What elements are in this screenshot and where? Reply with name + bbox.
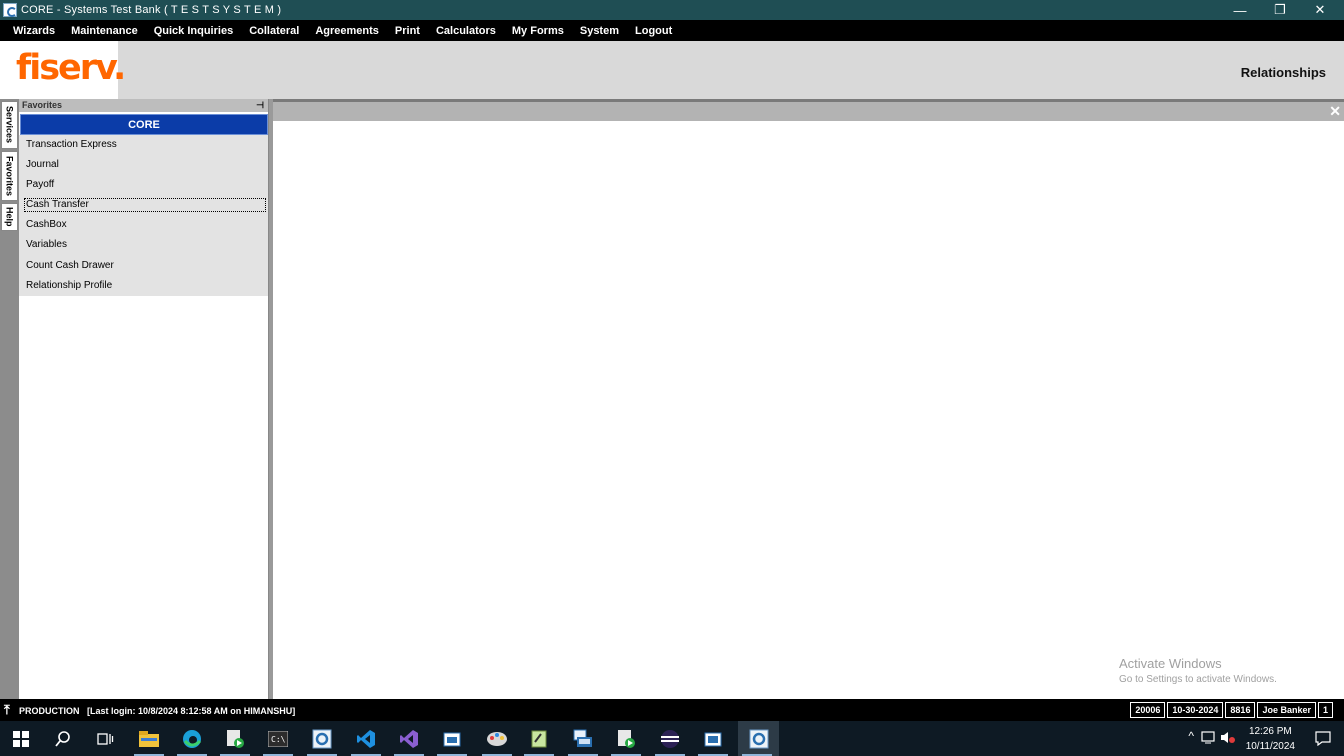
workspace-close-icon[interactable]: ✕ xyxy=(1329,103,1341,120)
favorite-payoff[interactable]: Payoff xyxy=(19,175,268,195)
media-player-icon[interactable] xyxy=(607,721,645,756)
status-cells: 20006 10-30-2024 8816 Joe Banker 1 xyxy=(1130,702,1333,718)
menu-wizards[interactable]: Wizards xyxy=(5,25,63,37)
last-login-text: [Last login: 10/8/2024 8:12:58 AM on HIM… xyxy=(87,706,296,716)
window-app-icon[interactable] xyxy=(694,721,732,756)
page-title: Relationships xyxy=(1240,65,1326,80)
favorites-group-core[interactable]: CORE xyxy=(20,114,268,135)
favorites-header-label: Favorites xyxy=(22,100,63,110)
status-branch: 20006 xyxy=(1130,702,1166,718)
status-date: 10-30-2024 xyxy=(1167,702,1224,718)
menu-agreements[interactable]: Agreements xyxy=(307,25,387,37)
start-icon[interactable] xyxy=(2,721,40,756)
menu-quick-inquiries[interactable]: Quick Inquiries xyxy=(146,25,241,37)
favorites-list: Transaction Express Journal Payoff Cash … xyxy=(19,135,268,296)
tab-favorites[interactable]: Favorites xyxy=(1,151,18,201)
volume-muted-icon[interactable] xyxy=(1220,731,1236,749)
menu-my-forms[interactable]: My Forms xyxy=(504,25,572,37)
favorites-panel: Favorites ⊣ CORE Transaction Express Jou… xyxy=(19,99,269,699)
paint-icon[interactable] xyxy=(478,721,516,756)
search-icon[interactable] xyxy=(44,721,82,756)
tab-help-label: Help xyxy=(4,207,15,227)
notifications-icon[interactable] xyxy=(1314,730,1332,751)
menu-collateral[interactable]: Collateral xyxy=(241,25,307,37)
header-banner: fiserv. Relationships xyxy=(0,41,1344,99)
workspace-area xyxy=(273,121,1344,699)
tab-services-label: Services xyxy=(4,106,15,144)
vscode-icon[interactable] xyxy=(347,721,385,756)
favorites-header: Favorites ⊣ xyxy=(19,99,268,112)
menu-logout[interactable]: Logout xyxy=(627,25,680,37)
minimize-icon: — xyxy=(1233,2,1247,18)
app-icon xyxy=(3,3,17,17)
favorite-cash-transfer[interactable]: Cash Transfer xyxy=(19,195,268,215)
media-app-icon[interactable] xyxy=(216,721,254,756)
core-app-active-icon[interactable] xyxy=(738,721,779,756)
notepad-icon[interactable] xyxy=(520,721,558,756)
tab-favorites-label: Favorites xyxy=(4,155,15,197)
watermark-title: Activate Windows xyxy=(1119,656,1222,671)
tray-chevron-icon[interactable]: ^ xyxy=(1188,729,1194,743)
menu-system[interactable]: System xyxy=(572,25,627,37)
status-user: Joe Banker xyxy=(1257,702,1316,718)
favorite-relationship-profile[interactable]: Relationship Profile xyxy=(19,276,268,296)
favorite-transaction-express[interactable]: Transaction Express xyxy=(19,135,268,155)
menu-bar: Wizards Maintenance Quick Inquiries Coll… xyxy=(0,20,1344,41)
taskbar-clock[interactable]: 12:26 PM 10/11/2024 xyxy=(1246,724,1295,754)
activate-windows-watermark: Activate Windows Go to Settings to activ… xyxy=(1119,656,1277,685)
app-root: CORE - Systems Test Bank ( T E S T S Y S… xyxy=(0,0,1344,756)
core-app-icon[interactable] xyxy=(303,721,341,756)
status-teller: 8816 xyxy=(1225,702,1256,718)
favorite-variables[interactable]: Variables xyxy=(19,235,268,255)
menu-maintenance[interactable]: Maintenance xyxy=(63,25,146,37)
favorite-cashbox[interactable]: CashBox xyxy=(19,215,268,235)
watermark-subtitle: Go to Settings to activate Windows. xyxy=(1119,674,1277,685)
restore-icon: ❐ xyxy=(1274,2,1286,17)
environment-label: PRODUCTION xyxy=(19,706,80,716)
pin-icon[interactable]: ⊣ xyxy=(256,99,264,112)
store-icon[interactable] xyxy=(433,721,471,756)
tab-services[interactable]: Services xyxy=(1,101,18,149)
task-view-icon[interactable] xyxy=(86,721,124,756)
tab-help[interactable]: Help xyxy=(1,203,18,231)
logo-text: fiserv. xyxy=(16,48,126,88)
close-button[interactable]: ✕ xyxy=(1300,0,1340,20)
file-explorer-icon[interactable] xyxy=(130,721,168,756)
close-icon: ✕ xyxy=(1314,2,1326,17)
restore-button[interactable]: ❐ xyxy=(1260,0,1300,20)
svg-text:C:\: C:\ xyxy=(271,735,286,744)
eclipse-icon[interactable] xyxy=(651,721,689,756)
clock-time: 12:26 PM xyxy=(1248,726,1292,737)
clock-date: 10/11/2024 xyxy=(1245,741,1295,752)
network-icon[interactable] xyxy=(1201,731,1217,749)
favorite-count-cash-drawer[interactable]: Count Cash Drawer xyxy=(19,256,268,276)
favorite-journal[interactable]: Journal xyxy=(19,155,268,175)
status-bar: ⤒ PRODUCTION [Last login: 10/8/2024 8:12… xyxy=(0,699,1344,721)
menu-print[interactable]: Print xyxy=(387,25,428,37)
fiserv-logo: fiserv. xyxy=(0,41,126,99)
workspace-header: ✕ xyxy=(273,99,1344,121)
minimize-button[interactable]: — xyxy=(1220,0,1260,20)
upload-arrow-icon[interactable]: ⤒ xyxy=(4,702,10,718)
remote-desktop-icon[interactable] xyxy=(564,721,602,756)
status-session: 1 xyxy=(1317,702,1333,718)
window-title-bar: CORE - Systems Test Bank ( T E S T S Y S… xyxy=(0,0,1344,20)
terminal-icon[interactable]: C:\ xyxy=(259,721,297,756)
menu-calculators[interactable]: Calculators xyxy=(428,25,504,37)
window-title: CORE - Systems Test Bank ( T E S T S Y S… xyxy=(21,4,282,16)
edge-icon[interactable] xyxy=(173,721,211,756)
windows-taskbar: C:\ ^ 12:26 PM 10/11/2024 xyxy=(0,721,1344,756)
side-tab-strip: Services Favorites Help xyxy=(0,99,19,699)
visual-studio-icon[interactable] xyxy=(390,721,428,756)
